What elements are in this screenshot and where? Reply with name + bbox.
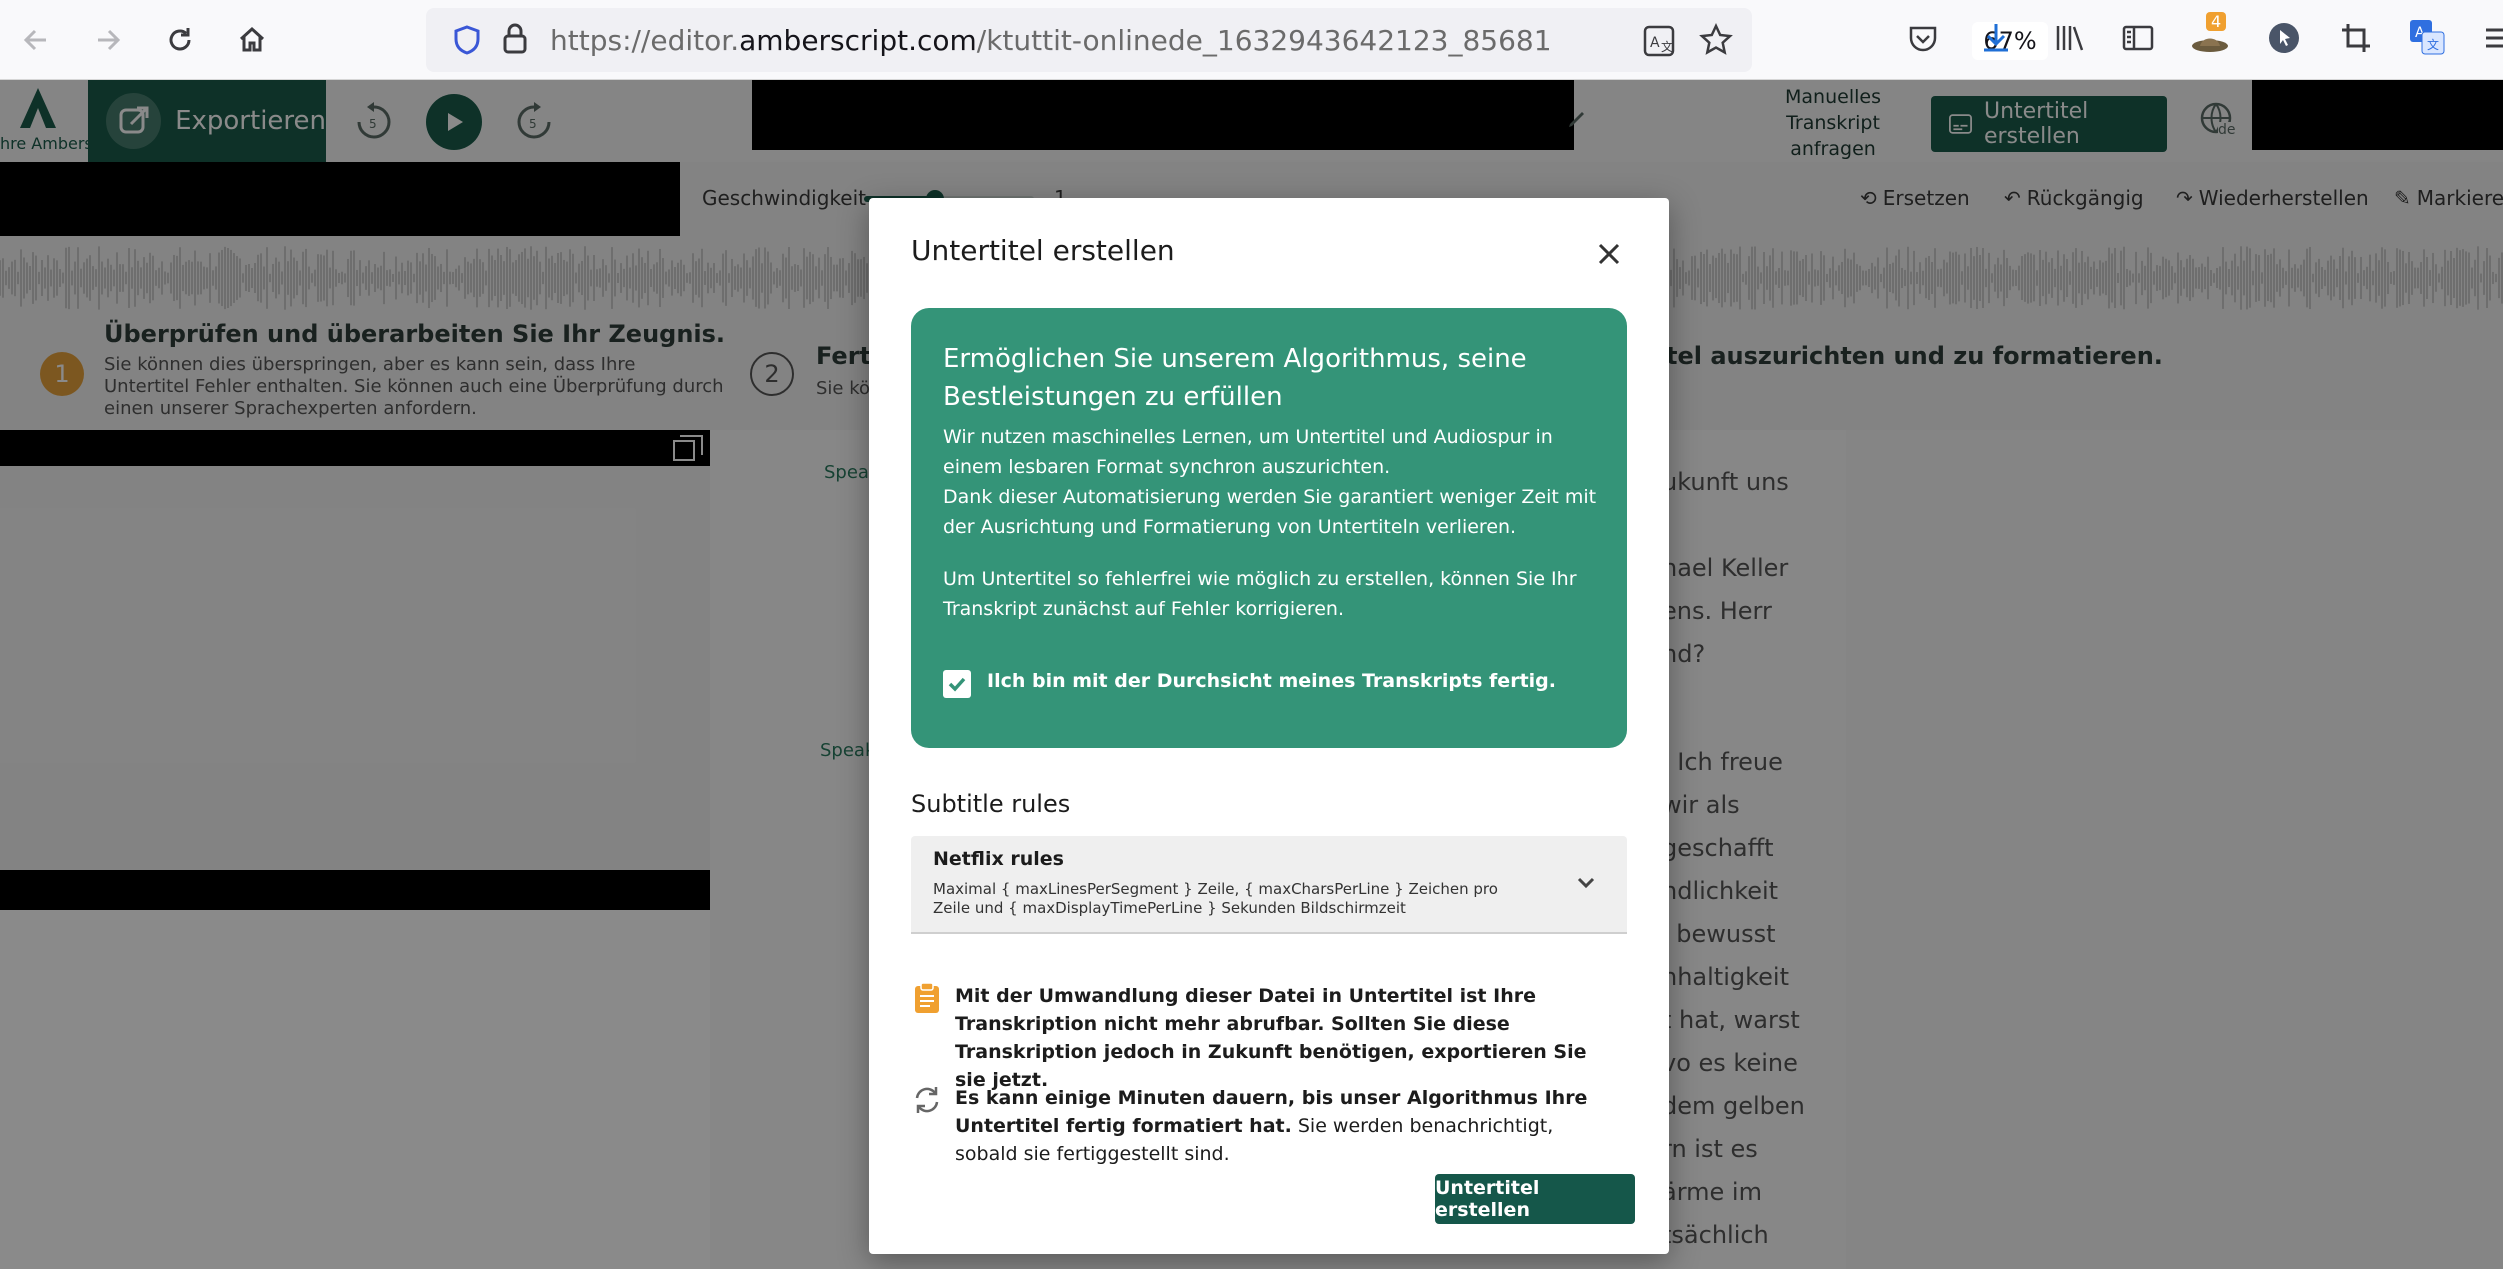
arrow-right-icon [98, 29, 121, 51]
processing-text: Es kann einige Minuten dauern, bis unser… [955, 1087, 1588, 1165]
sidebar-icon[interactable] [2120, 20, 2156, 56]
checkmark-icon [948, 677, 966, 692]
info-paragraph-3: Um Untertitel so fehlerfrei wie möglich … [943, 568, 1577, 620]
library-icon[interactable] [2052, 20, 2088, 56]
crop-icon[interactable] [2338, 20, 2374, 56]
subtitle-rules-select[interactable]: Netflix rules Maximal { maxLinesPerSegme… [911, 836, 1627, 934]
translate-extension-icon[interactable]: A文 [2408, 18, 2446, 56]
dialog-title: Untertitel erstellen [911, 234, 1175, 267]
url-text[interactable]: https://editor.amberscript.com/ktuttit-o… [550, 24, 1550, 57]
cursor-extension-icon[interactable] [2266, 20, 2302, 56]
browser-toolbar: https://editor.amberscript.com/ktuttit-o… [0, 0, 2503, 80]
shield-icon[interactable] [452, 24, 482, 56]
create-subtitles-dialog: Untertitel erstellen Ermöglichen Sie uns… [869, 198, 1669, 1254]
selected-rule-name: Netflix rules [933, 848, 1064, 870]
selected-rule-description: Maximal { maxLinesPerSegment } Zeile, { … [933, 880, 1498, 917]
clipboard-icon [915, 982, 939, 1013]
svg-text:文: 文 [2427, 37, 2439, 52]
info-paragraph-2: Dank dieser Automatisierung werden Sie g… [943, 486, 1597, 538]
chevron-down-icon [1577, 877, 1595, 889]
svg-text:A: A [1650, 35, 1660, 51]
menu-overflow-icon[interactable] [2482, 22, 2503, 54]
download-icon[interactable] [1978, 20, 2014, 56]
review-done-label[interactable]: Ilch bin mit der Durchsicht meines Trans… [987, 670, 1556, 692]
translate-icon[interactable]: A文 [1642, 24, 1676, 58]
home-icon [239, 26, 265, 52]
notification-count-badge: 4 [2206, 12, 2227, 31]
info-title: Ermöglichen Sie unserem Algorithmus, sei… [943, 344, 1527, 412]
arrow-left-icon [23, 29, 46, 51]
reload-icon [169, 28, 191, 51]
reload-button[interactable] [156, 16, 204, 64]
url-bar[interactable]: https://editor.amberscript.com/ktuttit-o… [426, 8, 2048, 72]
info-paragraph-1: Wir nutzen maschinelles Lernen, um Unter… [943, 426, 1553, 478]
lock-icon[interactable] [500, 22, 530, 56]
forward-button[interactable] [84, 16, 132, 64]
sync-icon [915, 1087, 939, 1113]
subtitle-rules-heading: Subtitle rules [911, 790, 1071, 818]
star-bookmark-icon[interactable] [1698, 22, 1734, 58]
algorithm-info-box: Ermöglichen Sie unserem Algorithmus, sei… [911, 308, 1627, 748]
warning-text: Mit der Umwandlung dieser Datei in Unter… [955, 985, 1587, 1091]
pocket-icon[interactable] [1906, 22, 1940, 56]
create-subtitles-submit-button[interactable]: Untertitel erstellen [1435, 1174, 1635, 1224]
svg-text:文: 文 [1661, 39, 1673, 54]
close-icon [1598, 243, 1620, 265]
transcript-warning-notice: Mit der Umwandlung dieser Datei in Unter… [911, 982, 1627, 1091]
close-button[interactable] [1589, 234, 1629, 274]
home-button[interactable] [228, 16, 276, 64]
review-done-checkbox[interactable] [943, 670, 971, 698]
processing-time-notice: Es kann einige Minuten dauern, bis unser… [911, 1084, 1627, 1165]
extension-badge-button[interactable]: 4 [2190, 12, 2234, 58]
back-button[interactable] [12, 16, 60, 64]
